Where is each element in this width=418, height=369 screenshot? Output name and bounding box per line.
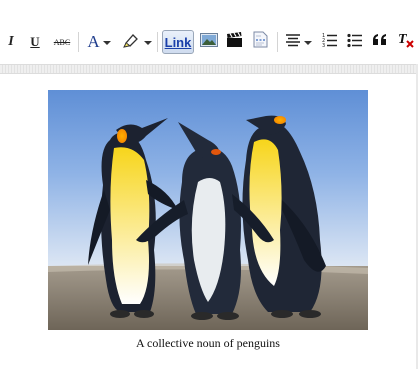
toolbar-separator: [277, 32, 278, 52]
insert-image-button[interactable]: [198, 30, 220, 54]
link-label: Link: [164, 34, 192, 50]
page-break-icon: [253, 31, 268, 53]
highlight-color-dropdown[interactable]: [121, 30, 153, 54]
highlighter-icon: [122, 32, 141, 53]
image-caption: A collective noun of penguins: [136, 336, 280, 350]
quote-icon: [372, 33, 388, 52]
insert-video-button[interactable]: [224, 30, 244, 54]
remove-formatting-button[interactable]: T: [396, 30, 416, 54]
font-color-dropdown[interactable]: A: [84, 30, 114, 54]
blockquote-button[interactable]: [370, 30, 390, 54]
bulleted-list-icon: [347, 32, 363, 53]
align-center-icon: [285, 33, 301, 52]
toolbar-divider: [0, 64, 418, 74]
formatting-toolbar: I U ABC A Link 1 2 3 T: [0, 0, 418, 64]
link-button[interactable]: Link: [162, 30, 194, 54]
underline-button[interactable]: U: [28, 30, 42, 54]
italic-label: I: [8, 34, 14, 49]
numbered-list-button[interactable]: 1 2 3: [320, 30, 340, 54]
image-icon: [200, 32, 218, 53]
svg-text:3: 3: [322, 43, 325, 48]
strikethrough-button[interactable]: ABC: [52, 30, 72, 54]
numbered-list-icon: 1 2 3: [322, 32, 338, 53]
remove-formatting-icon: T: [397, 31, 415, 53]
chevron-down-icon: [102, 41, 111, 45]
chevron-down-icon: [143, 41, 152, 45]
font-color-label: A: [87, 32, 100, 51]
underline-label: U: [30, 34, 40, 49]
italic-button[interactable]: I: [4, 30, 18, 54]
strikethrough-label: ABC: [53, 37, 71, 47]
penguins-photo[interactable]: [48, 90, 368, 330]
insert-jump-break-button[interactable]: [250, 30, 270, 54]
toolbar-separator: [157, 32, 158, 52]
svg-text:T: T: [398, 32, 408, 47]
alignment-dropdown[interactable]: [283, 30, 313, 54]
bulleted-list-button[interactable]: [345, 30, 365, 54]
clapperboard-icon: [226, 31, 243, 53]
chevron-down-icon: [303, 41, 312, 45]
toolbar-separator: [78, 32, 79, 52]
